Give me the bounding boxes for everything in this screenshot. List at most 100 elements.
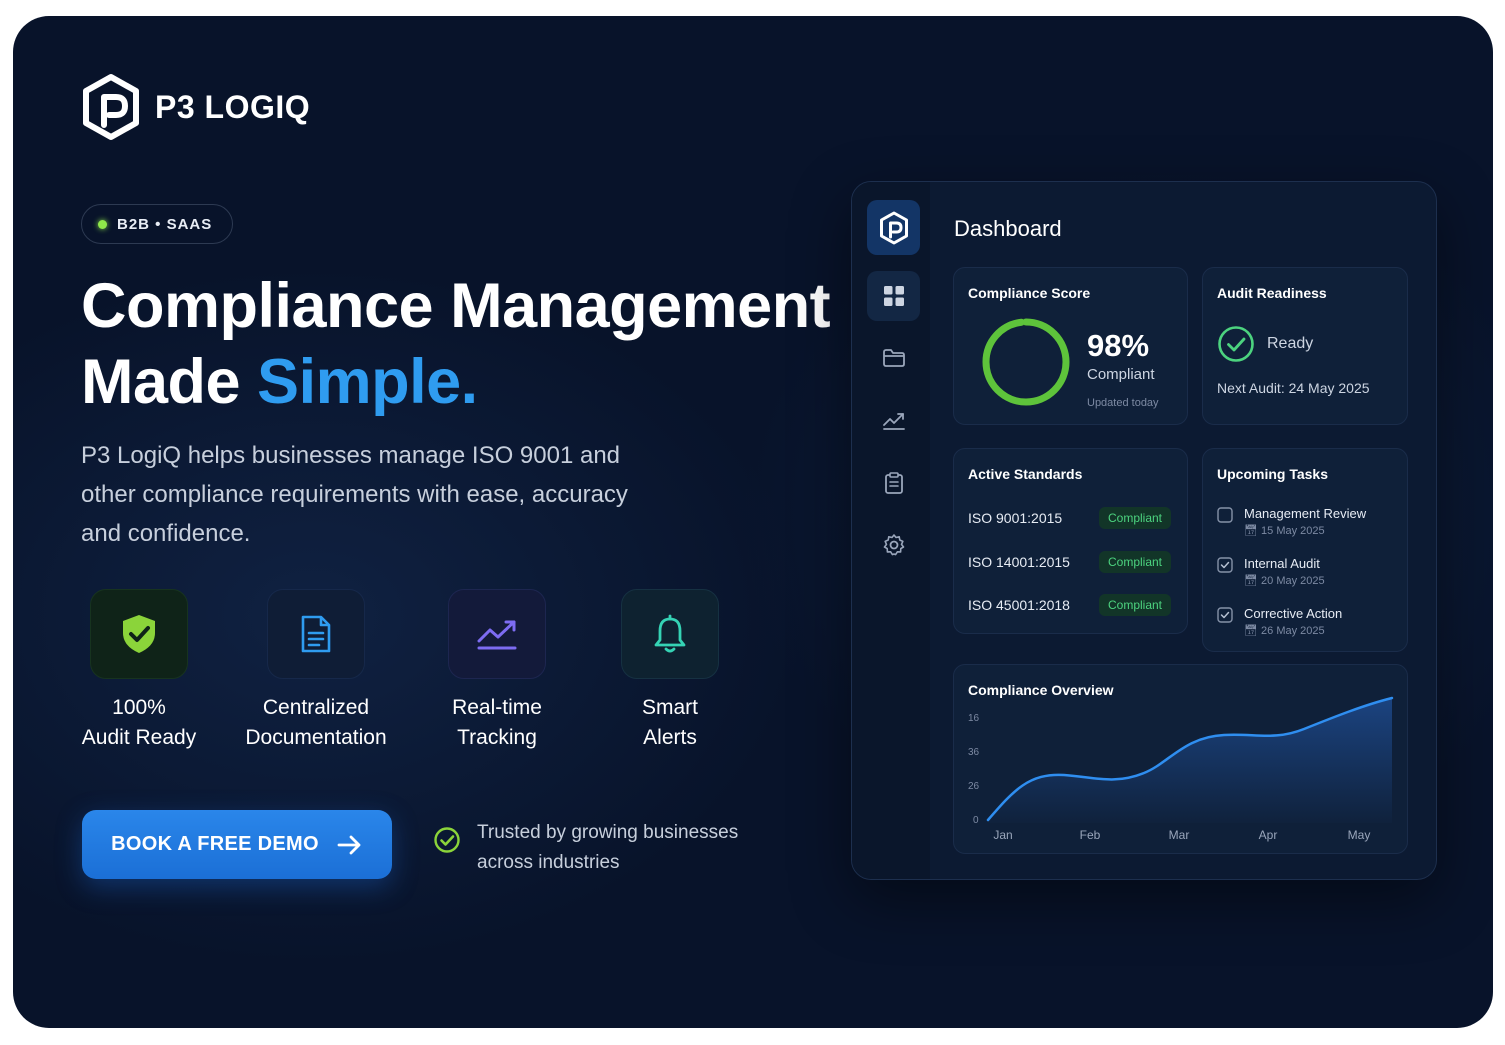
standard-name: ISO 14001:2015 (968, 554, 1070, 570)
compliance-overview-card: Compliance Overview 16 36 26 0 Jan Feb M… (953, 664, 1408, 854)
y-tick-label: 16 (968, 713, 980, 724)
headline-accent: Simple. (257, 347, 478, 417)
task-date: 📅︎ 20 May 2025 (1244, 574, 1325, 587)
standard-name: ISO 45001:2018 (968, 597, 1070, 613)
sidebar-item-analytics[interactable] (867, 396, 920, 446)
document-icon (301, 615, 331, 653)
panel-title: Audit Readiness (1217, 285, 1327, 301)
overview-area (988, 698, 1392, 823)
status-dot (98, 219, 107, 229)
score-status: Compliant (1087, 366, 1155, 383)
calendar-icon: 📅︎ (1244, 625, 1262, 637)
compliance-score-card: Compliance Score 98% Compliant Updated t… (953, 267, 1188, 425)
clipboard-icon (884, 472, 903, 494)
hero-card: P3 LOGIQ B2B • SAAS Compliance Managemen… (13, 16, 1493, 1028)
y-tick-label: 0 (973, 815, 979, 826)
task-name: Corrective Action (1244, 606, 1343, 621)
task-name: Internal Audit (1244, 556, 1320, 571)
y-tick-label: 36 (968, 747, 980, 758)
x-tick-label: Mar (1169, 828, 1190, 842)
check-circle-icon (1218, 326, 1254, 362)
feature-line-2: Documentation (245, 726, 387, 749)
feature-icon-tile (448, 589, 546, 679)
feature-label: Smart Alerts (580, 693, 760, 753)
task-date-text: 20 May 2025 (1261, 575, 1325, 587)
feature-tracking: Real-time Tracking (407, 589, 587, 753)
x-tick-label: Feb (1080, 828, 1101, 842)
feature-alerts: Smart Alerts (580, 589, 760, 753)
task-name: Management Review (1244, 506, 1367, 521)
calendar-icon: 📅︎ (1244, 525, 1262, 537)
book-demo-button[interactable]: BOOK A FREE DEMO (82, 810, 392, 879)
next-audit-date: Next Audit: 24 May 2025 (1217, 380, 1370, 396)
feature-line-2: Audit Ready (81, 726, 197, 749)
status-badge: Compliant (1099, 507, 1171, 529)
task-date: 📅︎ 26 May 2025 (1244, 624, 1325, 637)
grid-icon (883, 286, 904, 306)
trust-statement: Trusted by growing businesses across ind… (477, 822, 739, 873)
sidebar-item-dashboard[interactable] (867, 271, 920, 321)
panel-title: Active Standards (968, 466, 1083, 482)
task-date: 📅︎ 15 May 2025 (1244, 524, 1325, 537)
feature-line-1: 100% (112, 696, 166, 719)
p3-logo-icon (879, 211, 908, 244)
sidebar-item-documents[interactable] (867, 333, 920, 383)
task-date-text: 15 May 2025 (1261, 525, 1325, 537)
page-title: Compliance Management Made Simple. (81, 268, 831, 420)
bell-icon (654, 614, 686, 653)
panel-title: Compliance Score (968, 285, 1091, 301)
feature-audit-ready: 100% Audit Ready (49, 589, 229, 753)
feature-label: Real-time Tracking (407, 693, 587, 753)
feature-icon-tile (267, 589, 365, 679)
folder-icon (882, 349, 905, 367)
checkbox-checked-icon[interactable] (1217, 557, 1233, 573)
x-tick-label: May (1348, 828, 1371, 842)
arrow-right-icon (337, 835, 361, 854)
score-ring (982, 318, 1070, 406)
cta-label: BOOK A FREE DEMO (111, 833, 319, 855)
headline-line-1: Compliance Management (81, 271, 831, 341)
gear-icon (883, 534, 904, 556)
checkbox-checked-icon[interactable] (1217, 607, 1233, 623)
shield-check-icon (123, 615, 155, 653)
sidebar-item-tasks[interactable] (867, 458, 920, 508)
y-tick-label: 26 (968, 781, 980, 792)
x-tick-label: Jan (993, 828, 1012, 842)
feature-label: Centralized Documentation (226, 693, 406, 753)
brand-name: P3 LOGIQ (155, 89, 311, 125)
badge-text: B2B • SAAS (117, 215, 213, 233)
feature-documentation: Centralized Documentation (226, 589, 406, 753)
check-circle-icon (434, 827, 460, 853)
upcoming-tasks-card: Upcoming Tasks Management Review 📅︎ 15 M… (1202, 448, 1408, 652)
score-updated: Updated today (1087, 397, 1159, 409)
status-badge: Compliant (1099, 551, 1171, 573)
panel-title: Upcoming Tasks (1217, 466, 1328, 482)
headline-plain: Made (81, 347, 258, 417)
feature-line-2: Alerts (643, 726, 697, 749)
trend-chart-icon (477, 620, 517, 650)
feature-line-1: Centralized (262, 696, 370, 719)
hero-description: P3 LogiQ helps businesses manage ISO 900… (81, 442, 628, 547)
checkbox-icon[interactable] (1217, 507, 1233, 523)
status-badge: Compliant (1099, 594, 1171, 616)
calendar-icon: 📅︎ (1244, 575, 1262, 587)
feature-line-1: Real-time (452, 696, 542, 719)
dashboard-logo[interactable] (867, 200, 920, 255)
category-badge: B2B • SAAS (81, 204, 234, 244)
sidebar-item-settings[interactable] (867, 520, 920, 570)
audit-readiness-card: Audit Readiness Ready Next Audit: 24 May… (1202, 267, 1408, 425)
feature-icon-tile (90, 589, 188, 679)
headline-line-2: Made Simple. (81, 344, 830, 420)
readiness-status: Ready (1267, 335, 1314, 352)
trend-icon (882, 413, 905, 430)
score-ring-progress (982, 318, 1070, 406)
x-tick-label: Apr (1259, 828, 1278, 842)
feature-line-1: Smart (641, 696, 698, 719)
task-date-text: 26 May 2025 (1261, 625, 1325, 637)
active-standards-card: Active Standards ISO 9001:2015 Compliant… (953, 448, 1188, 634)
standard-name: ISO 9001:2015 (968, 510, 1063, 526)
dashboard-title: Dashboard (954, 216, 1062, 241)
feature-line-2: Tracking (457, 726, 537, 749)
dashboard-preview: Dashboard Compliance Score 98% Compliant… (851, 181, 1437, 880)
feature-label: 100% Audit Ready (49, 693, 229, 753)
